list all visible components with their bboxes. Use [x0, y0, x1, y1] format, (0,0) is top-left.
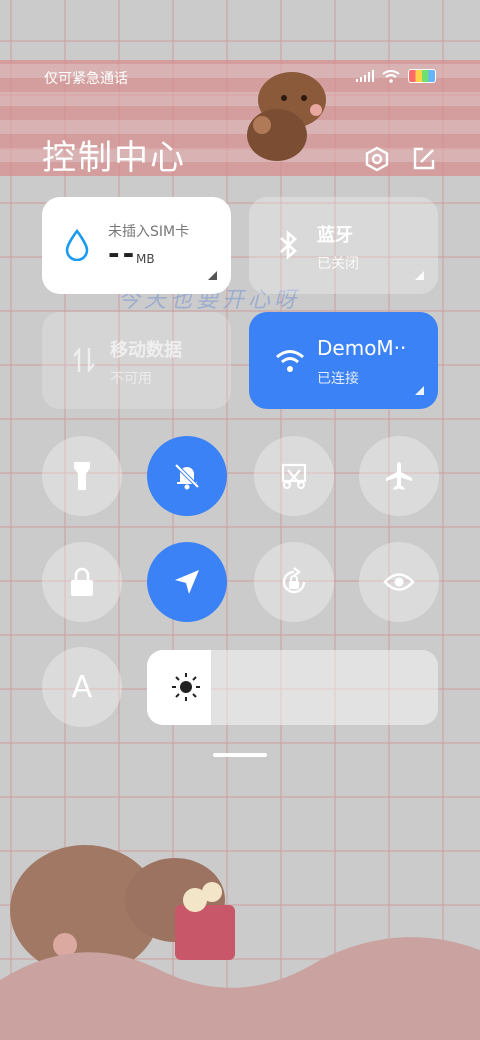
sun-icon	[172, 673, 200, 701]
screenshot-icon	[281, 463, 307, 489]
airplane-toggle[interactable]	[359, 436, 439, 516]
bluetooth-label: 蓝牙	[317, 225, 353, 246]
reading-mode-toggle[interactable]	[359, 542, 439, 622]
expand-corner-icon	[415, 386, 424, 395]
carrier-label: 仅可紧急通话	[44, 71, 128, 87]
water-drop-icon	[65, 229, 89, 261]
mobile-data-icon	[73, 346, 95, 374]
airplane-icon	[386, 462, 412, 490]
mute-bell-icon	[174, 463, 200, 490]
location-icon	[175, 570, 199, 594]
mobile-data-label: 移动数据	[110, 340, 182, 361]
mute-toggle[interactable]	[147, 436, 227, 516]
page-title: 控制中心	[42, 138, 186, 178]
rotation-lock-icon	[282, 567, 306, 594]
status-bar: 仅可紧急通话	[0, 60, 480, 92]
flashlight-icon	[74, 462, 90, 490]
brightness-slider[interactable]	[147, 650, 438, 725]
edit-icon[interactable]	[411, 146, 437, 172]
bluetooth-status: 已关闭	[317, 256, 359, 272]
wifi-icon	[382, 69, 400, 83]
rotation-lock-toggle[interactable]	[254, 542, 334, 622]
location-toggle[interactable]	[147, 542, 227, 622]
battery-icon	[408, 69, 436, 83]
lock-screen-toggle[interactable]	[42, 542, 122, 622]
eye-icon	[383, 573, 415, 591]
mobile-data-status: 不可用	[110, 371, 152, 387]
lock-icon	[71, 567, 93, 596]
drag-handle[interactable]	[213, 753, 267, 757]
expand-corner-icon	[415, 271, 424, 280]
mobile-data-tile[interactable]: 移动数据 不可用	[42, 312, 231, 409]
wifi-network-name: DemoM··	[317, 336, 407, 360]
wifi-icon	[276, 350, 304, 372]
bluetooth-tile[interactable]: 蓝牙 已关闭	[249, 197, 438, 294]
data-unit: MB	[136, 252, 155, 266]
pink-hill-decoration	[0, 937, 480, 1040]
signal-icon	[356, 70, 374, 82]
data-value: --	[108, 237, 138, 270]
screenshot-toggle[interactable]	[254, 436, 334, 516]
wifi-status: 已连接	[317, 371, 359, 387]
settings-icon[interactable]	[364, 146, 390, 172]
font-size-toggle[interactable]: A	[42, 647, 122, 727]
data-usage-tile[interactable]: 未插入SIM卡 -- MB	[42, 197, 231, 294]
expand-corner-icon	[208, 271, 217, 280]
wifi-tile[interactable]: DemoM·· 已连接	[249, 312, 438, 409]
font-size-icon: A	[71, 669, 93, 705]
flashlight-toggle[interactable]	[42, 436, 122, 516]
bluetooth-icon	[280, 230, 297, 260]
